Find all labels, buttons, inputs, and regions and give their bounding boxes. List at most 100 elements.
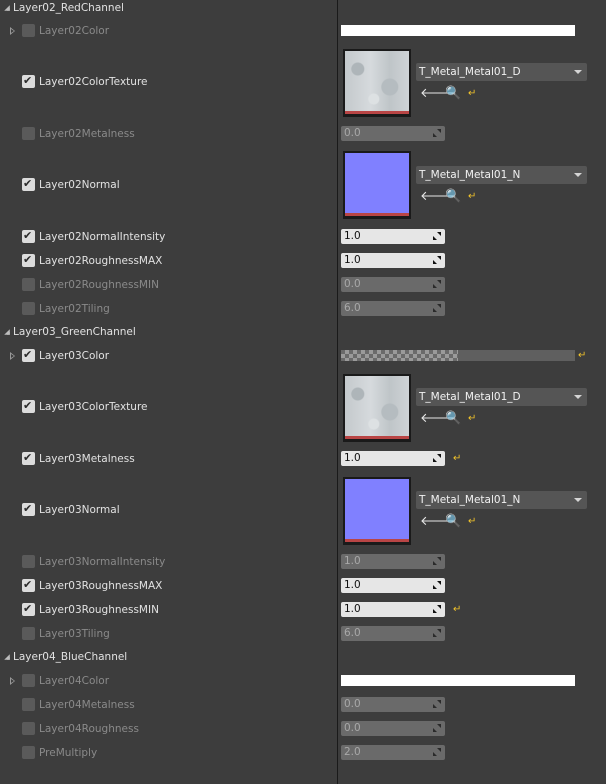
- numeric-input[interactable]: 0.0: [341, 126, 445, 141]
- drag-handle-icon[interactable]: [433, 454, 441, 462]
- numeric-value: 0.0: [344, 698, 361, 710]
- group-header-blue-channel[interactable]: Layer04_BlueChannel: [0, 649, 127, 665]
- drag-handle-icon[interactable]: [433, 256, 441, 264]
- group-header-green-channel[interactable]: Layer03_GreenChannel: [0, 324, 136, 340]
- reset-to-default-icon[interactable]: ↵: [468, 515, 476, 529]
- expand-icon[interactable]: [10, 352, 15, 360]
- override-checkbox[interactable]: [22, 176, 35, 192]
- asset-picker-combo[interactable]: T_Metal_Metal01_N: [416, 491, 587, 509]
- override-checkbox[interactable]: [22, 746, 35, 759]
- texture-type-strip: [345, 111, 409, 114]
- search-icon[interactable]: 🔍: [445, 87, 461, 101]
- override-checkbox[interactable]: [22, 601, 35, 617]
- drag-handle-icon[interactable]: [433, 129, 441, 137]
- override-checkbox[interactable]: [22, 555, 35, 568]
- search-icon[interactable]: 🔍: [445, 412, 461, 426]
- override-checkbox[interactable]: [22, 501, 35, 517]
- param-label: Layer04Roughness: [39, 723, 139, 735]
- normal-map-preview: [345, 479, 409, 539]
- numeric-input[interactable]: 1.0: [341, 451, 445, 466]
- override-checkbox[interactable]: [22, 722, 35, 735]
- param-label: Layer02RoughnessMIN: [39, 279, 159, 291]
- texture-thumbnail[interactable]: [343, 477, 411, 545]
- override-checkbox[interactable]: [22, 302, 35, 315]
- expand-icon[interactable]: [10, 677, 15, 685]
- drag-handle-icon[interactable]: [433, 748, 441, 756]
- override-checkbox[interactable]: [22, 73, 35, 89]
- param-label: Layer03NormalIntensity: [39, 556, 166, 568]
- asset-name: T_Metal_Metal01_D: [419, 66, 521, 78]
- numeric-input[interactable]: 0.0: [341, 697, 445, 712]
- numeric-input[interactable]: 1.0: [341, 253, 445, 268]
- override-checkbox[interactable]: [22, 627, 35, 640]
- drag-handle-icon[interactable]: [433, 280, 441, 288]
- param-label: Layer02Tiling: [39, 303, 110, 315]
- asset-picker-combo[interactable]: T_Metal_Metal01_D: [416, 63, 587, 81]
- drag-handle-icon[interactable]: [433, 605, 441, 613]
- drag-handle-icon[interactable]: [433, 724, 441, 732]
- group-header-red-channel[interactable]: Layer02_RedChannel: [0, 0, 124, 16]
- override-checkbox[interactable]: [22, 278, 35, 291]
- reset-to-default-icon[interactable]: ↵: [468, 190, 476, 204]
- search-icon[interactable]: 🔍: [445, 190, 461, 204]
- numeric-input[interactable]: 1.0: [341, 578, 445, 593]
- texture-type-strip: [345, 213, 409, 216]
- drag-handle-icon[interactable]: [433, 581, 441, 589]
- expand-icon[interactable]: [10, 27, 15, 35]
- override-checkbox[interactable]: [22, 398, 35, 414]
- numeric-input[interactable]: 6.0: [341, 301, 445, 316]
- param-label: Layer02Normal: [39, 179, 120, 191]
- drag-handle-icon[interactable]: [433, 700, 441, 708]
- numeric-input[interactable]: 6.0: [341, 626, 445, 641]
- column-divider[interactable]: [337, 0, 338, 784]
- color-swatch-layer04[interactable]: [341, 675, 575, 686]
- numeric-input[interactable]: 0.0: [341, 721, 445, 736]
- collapse-icon: [4, 654, 10, 660]
- metal-texture-preview: [345, 51, 409, 111]
- numeric-input[interactable]: 2.0: [341, 745, 445, 760]
- override-checkbox[interactable]: [22, 450, 35, 466]
- override-checkbox[interactable]: [22, 674, 35, 687]
- color-swatch-layer03[interactable]: [341, 350, 575, 361]
- asset-picker-combo[interactable]: T_Metal_Metal01_D: [416, 388, 587, 406]
- param-label: Layer04Metalness: [39, 699, 135, 711]
- numeric-input[interactable]: 0.0: [341, 277, 445, 292]
- color-swatch-layer02[interactable]: [341, 25, 575, 36]
- search-icon[interactable]: 🔍: [445, 515, 461, 529]
- group-title: Layer03_GreenChannel: [13, 326, 136, 338]
- override-checkbox[interactable]: [22, 698, 35, 711]
- numeric-input[interactable]: 1.0: [341, 554, 445, 569]
- numeric-input[interactable]: 1.0: [341, 229, 445, 244]
- reset-to-default-icon[interactable]: ↵: [578, 351, 587, 361]
- param-label: Layer02Color: [39, 25, 110, 37]
- chevron-down-icon: [574, 395, 582, 399]
- reset-to-default-icon[interactable]: ↵: [468, 412, 476, 426]
- drag-handle-icon[interactable]: [433, 232, 441, 240]
- drag-handle-icon[interactable]: [433, 557, 441, 565]
- drag-handle-icon[interactable]: [433, 304, 441, 312]
- material-parameters-panel: Layer02_RedChannel Layer02Color Layer02C…: [0, 0, 606, 784]
- param-label: Layer03Metalness: [39, 453, 135, 465]
- param-label: Layer03Color: [39, 350, 110, 362]
- override-checkbox[interactable]: [22, 252, 35, 268]
- texture-thumbnail[interactable]: [343, 374, 411, 442]
- texture-thumbnail[interactable]: [343, 151, 411, 219]
- reset-to-default-icon[interactable]: ↵: [453, 605, 462, 615]
- override-checkbox[interactable]: [22, 347, 35, 363]
- numeric-input[interactable]: 1.0: [341, 602, 445, 617]
- color-swatch-solid-half: [458, 350, 575, 361]
- asset-name: T_Metal_Metal01_N: [419, 494, 521, 506]
- param-label: Layer03RoughnessMIN: [39, 604, 159, 616]
- numeric-value: 1.0: [344, 603, 361, 615]
- chevron-down-icon: [574, 498, 582, 502]
- drag-handle-icon[interactable]: [433, 629, 441, 637]
- override-checkbox[interactable]: [22, 577, 35, 593]
- texture-thumbnail[interactable]: [343, 49, 411, 117]
- reset-to-default-icon[interactable]: ↵: [453, 454, 462, 464]
- numeric-value: 1.0: [344, 579, 361, 591]
- override-checkbox[interactable]: [22, 24, 35, 37]
- override-checkbox[interactable]: [22, 228, 35, 244]
- reset-to-default-icon[interactable]: ↵: [468, 87, 476, 101]
- asset-picker-combo[interactable]: T_Metal_Metal01_N: [416, 166, 587, 184]
- override-checkbox[interactable]: [22, 127, 35, 140]
